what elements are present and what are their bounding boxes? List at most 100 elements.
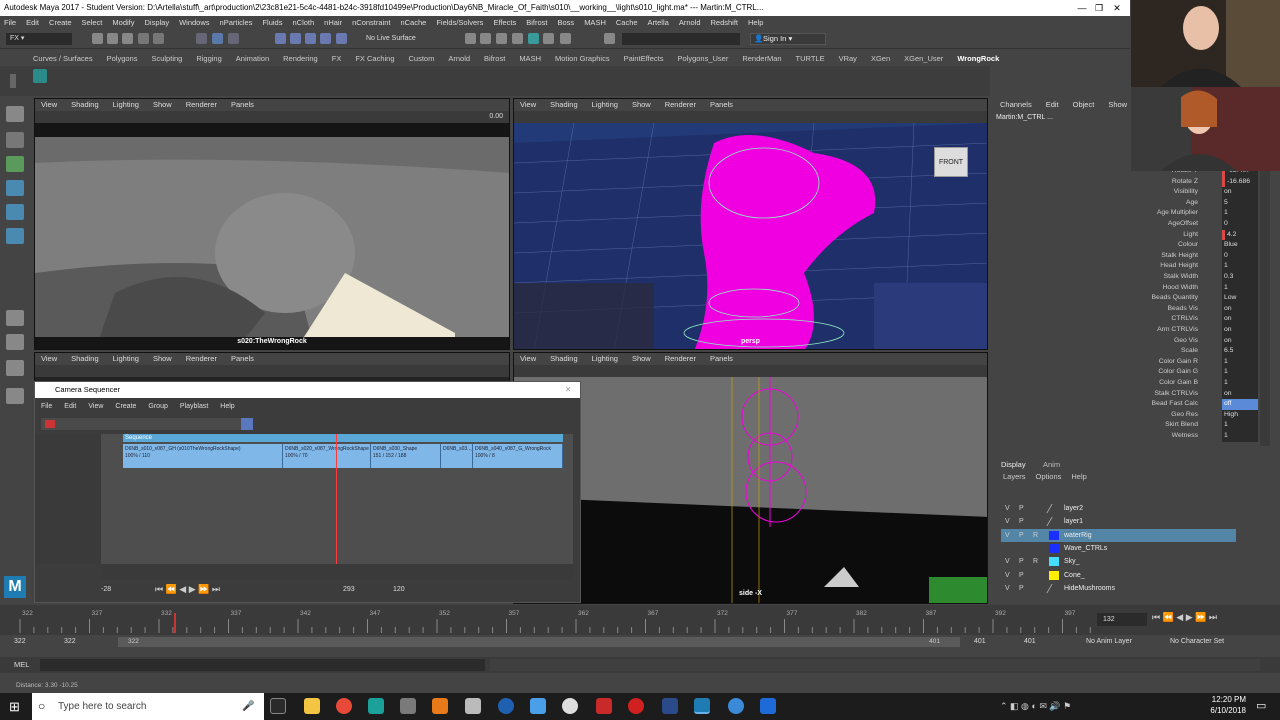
viewport-menu-view[interactable]: View	[520, 99, 536, 111]
snap-grid-icon[interactable]	[275, 33, 286, 44]
shelf-menu-icon[interactable]	[10, 74, 16, 88]
channel-row[interactable]: Scale 6.5	[990, 346, 1260, 357]
wrongrock-shelf-icon[interactable]	[33, 69, 47, 83]
channel-row[interactable]: Geo Res High	[990, 409, 1260, 421]
shelf-tab-custom[interactable]: Custom	[409, 52, 435, 66]
viewport-menu-show[interactable]: Show	[632, 353, 651, 365]
app-icon-5[interactable]	[562, 698, 578, 714]
shelf-tab-turtle[interactable]: TURTLE	[796, 52, 825, 66]
layer-row[interactable]: V P HideMushrooms	[1001, 582, 1236, 595]
rotate-tool-icon[interactable]	[6, 204, 24, 220]
windows-start-icon[interactable]: ⊞	[9, 699, 20, 715]
layer-row[interactable]: V P R Sky_	[1001, 555, 1236, 568]
history-icon[interactable]	[465, 33, 476, 44]
viewport-menu-renderer[interactable]: Renderer	[186, 353, 217, 365]
layer-row[interactable]: V Player1	[1001, 515, 1236, 528]
viewport-menu-shading[interactable]: Shading	[550, 99, 578, 111]
viewport-menu-lighting[interactable]: Lighting	[592, 353, 618, 365]
range-end2-field[interactable]: 401	[1024, 638, 1036, 645]
channel-row[interactable]: Rotate Z -16.686	[990, 176, 1260, 188]
channel-value[interactable]: 0	[1222, 250, 1258, 262]
channel-row[interactable]: AgeOffset 0	[990, 219, 1260, 230]
app-icon-7[interactable]	[628, 698, 644, 714]
channel-row[interactable]: CTRLVis on	[990, 314, 1260, 325]
undo-icon[interactable]	[138, 33, 149, 44]
channel-row[interactable]: Color Gain R 1	[990, 356, 1260, 368]
shelf-tab-polygons-user[interactable]: Polygons_User	[677, 52, 728, 66]
channel-value[interactable]: on	[1222, 388, 1258, 400]
chrome-icon[interactable]	[336, 698, 352, 714]
shelf-tab-wrongrock[interactable]: WrongRock	[957, 52, 999, 66]
channel-value[interactable]: 1	[1222, 431, 1258, 442]
viewport-menu-view[interactable]: View	[41, 353, 57, 365]
channel-row[interactable]: Arm CTRLVis on	[990, 325, 1260, 336]
sequencer-menu-help[interactable]: Help	[220, 403, 234, 415]
menu-nparticles[interactable]: nParticles	[220, 16, 253, 29]
shot-clip[interactable]: D6NB_s03..._pe	[441, 444, 473, 468]
channel-value[interactable]: on	[1222, 303, 1258, 315]
channel-value[interactable]: 5	[1222, 197, 1258, 209]
scale-tool-icon[interactable]	[6, 228, 24, 244]
menu-display[interactable]: Display	[145, 16, 170, 29]
channel-row[interactable]: Bead Fast Calc off	[990, 399, 1260, 410]
viewport-menu-renderer[interactable]: Renderer	[665, 99, 696, 111]
viewport-menu-show[interactable]: Show	[153, 99, 172, 111]
shelf-tab-renderman[interactable]: RenderMan	[742, 52, 781, 66]
channel-value[interactable]: on	[1222, 325, 1258, 336]
channel-value[interactable]: -16.686	[1222, 176, 1258, 188]
channel-row[interactable]: Beads Quantity Low	[990, 293, 1260, 304]
sequencer-menu-edit[interactable]: Edit	[64, 403, 76, 415]
playhead[interactable]	[336, 434, 337, 564]
maya-taskbar-icon[interactable]	[694, 698, 710, 714]
viewport-menu-view[interactable]: View	[520, 353, 536, 365]
layer-color-swatch[interactable]	[1049, 543, 1059, 553]
app-icon-1[interactable]	[400, 698, 416, 714]
menu-help[interactable]: Help	[748, 16, 763, 29]
snap-view-icon[interactable]	[320, 33, 331, 44]
taskbar-search[interactable]: ○ Type here to search 🎤	[32, 693, 264, 720]
viewport-menu-show[interactable]: Show	[153, 353, 172, 365]
render-view-icon[interactable]	[543, 33, 554, 44]
layer-menu-help[interactable]: Help	[1071, 472, 1086, 481]
menu-file[interactable]: File	[4, 16, 16, 29]
layer-visibility-toggle[interactable]: V	[1005, 515, 1010, 528]
layer-playback-toggle[interactable]: P	[1019, 515, 1024, 528]
viewport-menu-panels[interactable]: Panels	[231, 99, 254, 111]
layer-visibility-toggle[interactable]: V	[1005, 582, 1010, 595]
four-view-icon[interactable]	[6, 334, 24, 350]
channel-menu-show[interactable]: Show	[1108, 100, 1127, 109]
close-button[interactable]: ✕	[1110, 0, 1124, 16]
layer-row[interactable]: Wave_CTRLs	[1001, 542, 1236, 555]
channel-value[interactable]: Blue	[1222, 240, 1258, 251]
move-tool-icon[interactable]	[6, 180, 24, 196]
layer-menu-options[interactable]: Options	[1036, 472, 1062, 481]
layer-color-swatch[interactable]	[1049, 570, 1059, 580]
shelf-tab-curves-surfaces[interactable]: Curves / Surfaces	[33, 52, 93, 66]
viewport-menu-show[interactable]: Show	[632, 99, 651, 111]
viewport-menu-lighting[interactable]: Lighting	[113, 99, 139, 111]
viewport-menu-view[interactable]: View	[41, 99, 57, 111]
layer-color-swatch[interactable]	[1046, 583, 1062, 593]
app-icon-3[interactable]	[498, 698, 514, 714]
outliner-layout-icon[interactable]	[6, 360, 24, 376]
channel-row[interactable]: Visibility on	[990, 187, 1260, 198]
lasso-tool-icon[interactable]	[6, 132, 24, 148]
app-icon-9[interactable]	[728, 698, 744, 714]
channel-value[interactable]: on	[1222, 187, 1258, 198]
maya-launcher-icon[interactable]	[368, 698, 384, 714]
layer-reference-toggle[interactable]: R	[1033, 555, 1038, 568]
menu-fields-solvers[interactable]: Fields/Solvers	[436, 16, 483, 29]
maximize-button[interactable]: ❐	[1092, 0, 1106, 16]
menu-redshift[interactable]: Redshift	[711, 16, 739, 29]
ipr-render-icon[interactable]	[496, 33, 507, 44]
file-explorer-icon[interactable]	[304, 698, 320, 714]
menu-effects[interactable]: Effects	[493, 16, 516, 29]
menu-ncache[interactable]: nCache	[400, 16, 426, 29]
select-object-icon[interactable]	[212, 33, 223, 44]
viewport-menu-shading[interactable]: Shading	[550, 353, 578, 365]
command-input[interactable]	[40, 659, 485, 671]
menu-nconstraint[interactable]: nConstraint	[352, 16, 390, 29]
app-icon-2[interactable]	[465, 698, 481, 714]
snap-surface-icon[interactable]	[336, 33, 347, 44]
viewport-menu-renderer[interactable]: Renderer	[186, 99, 217, 111]
